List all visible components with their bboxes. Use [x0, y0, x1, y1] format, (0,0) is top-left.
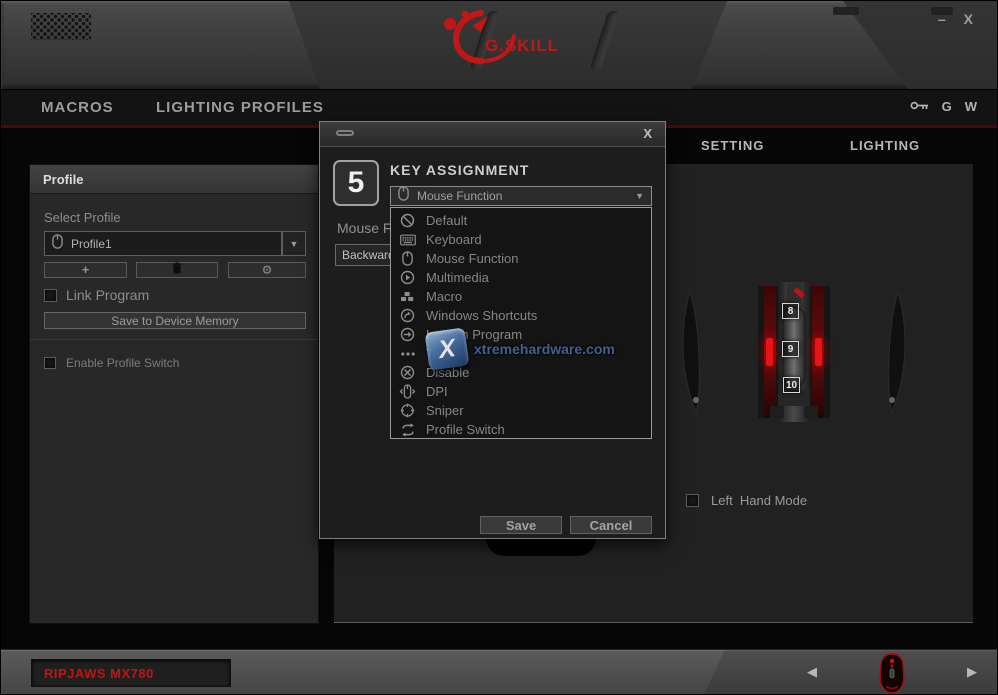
dialog-titlebar[interactable]: X	[320, 122, 665, 147]
profile-panel-header: Profile	[30, 165, 318, 194]
save-to-device-memory-button[interactable]: Save to Device Memory	[44, 312, 306, 329]
dialog-grip-icon	[336, 130, 354, 136]
assignment-option[interactable]: Profile Switch	[391, 420, 651, 439]
function-type-dropdown[interactable]: Mouse Function ▼	[390, 186, 652, 206]
assignment-option-label: Default	[426, 213, 467, 228]
chevron-down-icon: ▼	[635, 191, 644, 201]
profile-select-value: Profile1	[71, 237, 112, 251]
next-device-button[interactable]: ▶	[967, 664, 977, 680]
tab-lighting[interactable]: LIGHTING	[850, 138, 920, 153]
profile-select[interactable]: Profile1	[44, 231, 282, 256]
assignment-option-label: Mouse Function	[426, 251, 519, 266]
panel-divider	[30, 339, 318, 340]
key-icon[interactable]	[910, 99, 929, 114]
watermark: X xtremehardware.com	[427, 330, 615, 368]
link-program-checkbox[interactable]	[44, 289, 57, 302]
assignment-option-label: Macro	[426, 289, 462, 304]
watermark-x-logo: X	[425, 327, 470, 370]
mouse-icon	[52, 234, 63, 254]
assignment-option-label: Profile Switch	[426, 422, 505, 437]
mouse-icon	[398, 186, 409, 206]
close-button[interactable]: X	[964, 11, 973, 27]
window-titlebar: G.SKILL – X	[1, 1, 998, 89]
left-hand-mode-label: Left Hand Mode	[711, 493, 807, 508]
button-badge-8[interactable]: 8	[782, 303, 799, 319]
dpi-icon	[399, 384, 416, 399]
blocks-icon	[399, 289, 416, 304]
link-program-label: Link Program	[66, 287, 149, 303]
assignment-option[interactable]: Windows Shortcuts	[391, 306, 651, 325]
profile-panel: Profile Select Profile Profile1 ▼ + ⚙ Li…	[29, 164, 319, 624]
arrow-circle-icon	[399, 327, 416, 342]
device-name-box: RIPJAWS MX780	[31, 659, 231, 687]
gskill-logo-text: G.SKILL	[485, 36, 559, 55]
ellipsis-icon	[399, 346, 416, 361]
assignment-option-label: Multimedia	[426, 270, 489, 285]
button-badge-9[interactable]: 9	[782, 341, 799, 357]
play-circle-icon	[399, 270, 416, 285]
assignment-option[interactable]: Keyboard	[391, 230, 651, 249]
header-notch	[833, 7, 859, 15]
menu-item-lighting-profiles[interactable]: LIGHTING PROFILES	[156, 99, 324, 116]
assignment-option-label: Windows Shortcuts	[426, 308, 537, 323]
assignment-value: Backward	[342, 248, 395, 262]
assignment-option[interactable]: Mouse Function	[391, 249, 651, 268]
assignment-option[interactable]: DPI	[391, 382, 651, 401]
delete-profile-button[interactable]	[136, 262, 218, 278]
profile-switch-icon	[399, 422, 416, 437]
mouse-icon	[399, 251, 416, 266]
device-mouse-icon[interactable]	[878, 653, 906, 695]
gskill-logo: G.SKILL	[429, 7, 579, 70]
key-number-badge: 5	[333, 160, 379, 206]
button-badge-10[interactable]: 10	[783, 377, 800, 393]
enable-profile-switch-label: Enable Profile Switch	[66, 356, 179, 370]
add-profile-button[interactable]: +	[44, 262, 127, 278]
assignment-option[interactable]: Sniper	[391, 401, 651, 420]
assignment-option[interactable]: Macro	[391, 287, 651, 306]
minimize-button[interactable]: –	[938, 11, 946, 27]
device-name: RIPJAWS MX780	[44, 666, 154, 681]
assignment-option-label: DPI	[426, 384, 448, 399]
app-window: G.SKILL – X MACROS LIGHTING PROFILES G W…	[0, 0, 998, 695]
bottombar: RIPJAWS MX780 ◀ ▶	[1, 649, 998, 695]
function-type-value: Mouse Function	[417, 189, 502, 203]
watermark-text: xtremehardware.com	[474, 341, 615, 357]
assignment-dropdown-list: Default Keyboard Mouse Function Multimed…	[390, 207, 652, 439]
no-entry-icon	[399, 213, 416, 228]
profile-settings-button[interactable]: ⚙	[228, 262, 306, 278]
assignment-option[interactable]: Multimedia	[391, 268, 651, 287]
save-to-device-memory-label: Save to Device Memory	[111, 314, 238, 328]
cancel-button-label: Cancel	[590, 518, 633, 533]
keyboard-icon	[399, 232, 416, 247]
assignment-option-label: Sniper	[426, 403, 464, 418]
save-button-label: Save	[506, 518, 536, 533]
cancel-button[interactable]: Cancel	[570, 516, 652, 534]
assignment-option-label: Keyboard	[426, 232, 482, 247]
sniper-icon	[399, 403, 416, 418]
dialog-close-button[interactable]: X	[643, 126, 652, 141]
enable-profile-switch-checkbox[interactable]	[44, 357, 56, 369]
gear-icon: ⚙	[262, 263, 273, 277]
windows-shortcut-icon	[399, 308, 416, 323]
profile-panel-title: Profile	[43, 172, 83, 187]
menu-item-macros[interactable]: MACROS	[41, 99, 114, 116]
tab-setting[interactable]: SETTING	[701, 138, 764, 153]
disable-icon	[399, 365, 416, 380]
trash-icon	[172, 261, 182, 279]
prev-device-button[interactable]: ◀	[807, 664, 817, 680]
menubar: MACROS LIGHTING PROFILES G W	[1, 89, 998, 125]
chevron-down-icon: ▼	[290, 239, 299, 249]
vent-grille	[31, 13, 91, 40]
plus-icon: +	[82, 265, 90, 275]
background-mouse-silhouette	[486, 538, 596, 556]
select-profile-label: Select Profile	[44, 210, 121, 225]
assignment-option[interactable]: Default	[391, 211, 651, 230]
dialog-title: KEY ASSIGNMENT	[390, 162, 529, 178]
save-button[interactable]: Save	[480, 516, 562, 534]
g-shortcut-button[interactable]: G	[942, 99, 952, 114]
w-shortcut-button[interactable]: W	[965, 99, 977, 114]
left-hand-mode-checkbox[interactable]	[686, 494, 699, 507]
profile-select-dropdown-button[interactable]: ▼	[282, 231, 306, 256]
